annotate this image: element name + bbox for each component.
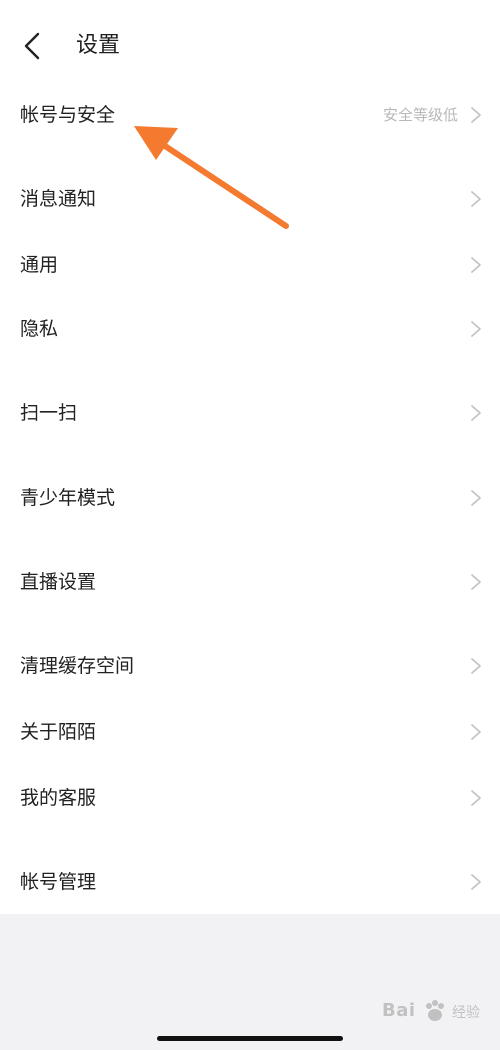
settings-item-label: 扫一扫 (20, 402, 78, 424)
settings-item-label: 帐号管理 (20, 871, 97, 893)
watermark-suffix: 经验 (452, 1005, 480, 1021)
chevron-right-icon (471, 191, 481, 207)
back-button[interactable] (14, 24, 54, 68)
chevron-left-icon (24, 32, 40, 60)
chevron-right-icon (471, 257, 481, 273)
settings-item-label: 我的客服 (20, 787, 97, 809)
settings-item-label: 青少年模式 (20, 487, 116, 509)
watermark-brand: Bai (382, 1000, 416, 1021)
chevron-right-icon (471, 658, 481, 674)
security-level-value: 安全等级低 (382, 106, 458, 124)
settings-item-label: 关于陌陌 (20, 721, 97, 743)
chevron-right-icon (471, 574, 481, 590)
settings-item-notifications[interactable]: 消息通知 (0, 172, 500, 226)
chevron-right-icon (471, 790, 481, 806)
chevron-right-icon (471, 874, 481, 890)
chevron-right-icon (471, 724, 481, 740)
paw-icon (426, 1000, 444, 1021)
chevron-right-icon (471, 321, 481, 337)
settings-item-label: 消息通知 (20, 188, 97, 210)
chevron-right-icon (471, 107, 481, 123)
settings-item-live-settings[interactable]: 直播设置 (0, 555, 500, 609)
settings-item-label: 通用 (20, 254, 59, 276)
settings-item-label: 帐号与安全 (20, 104, 116, 126)
settings-screen: 设置 帐号与安全 安全等级低 消息通知 通用 隐私 扫一扫 青少年模式 直播设置… (0, 0, 500, 1050)
settings-item-account-management[interactable]: 帐号管理 (0, 855, 500, 909)
settings-item-privacy[interactable]: 隐私 (0, 302, 500, 356)
home-indicator[interactable] (157, 1036, 343, 1041)
baidu-jingyan-watermark: Bai 经验 (382, 994, 494, 1030)
settings-item-account-security[interactable]: 帐号与安全 安全等级低 (0, 88, 500, 142)
chevron-right-icon (471, 490, 481, 506)
page-title: 设置 (76, 33, 121, 58)
settings-item-clear-cache[interactable]: 清理缓存空间 (0, 639, 500, 693)
settings-item-general[interactable]: 通用 (0, 238, 500, 292)
settings-item-label: 清理缓存空间 (20, 655, 135, 677)
settings-item-about[interactable]: 关于陌陌 (0, 705, 500, 759)
nav-bar: 设置 (0, 0, 500, 88)
settings-item-label: 隐私 (20, 318, 59, 340)
chevron-right-icon (471, 405, 481, 421)
settings-item-label: 直播设置 (20, 571, 97, 593)
settings-item-scan[interactable]: 扫一扫 (0, 386, 500, 440)
settings-item-teen-mode[interactable]: 青少年模式 (0, 471, 500, 525)
settings-item-customer-service[interactable]: 我的客服 (0, 771, 500, 825)
settings-list: 帐号与安全 安全等级低 消息通知 通用 隐私 扫一扫 青少年模式 直播设置 清理… (0, 88, 500, 914)
